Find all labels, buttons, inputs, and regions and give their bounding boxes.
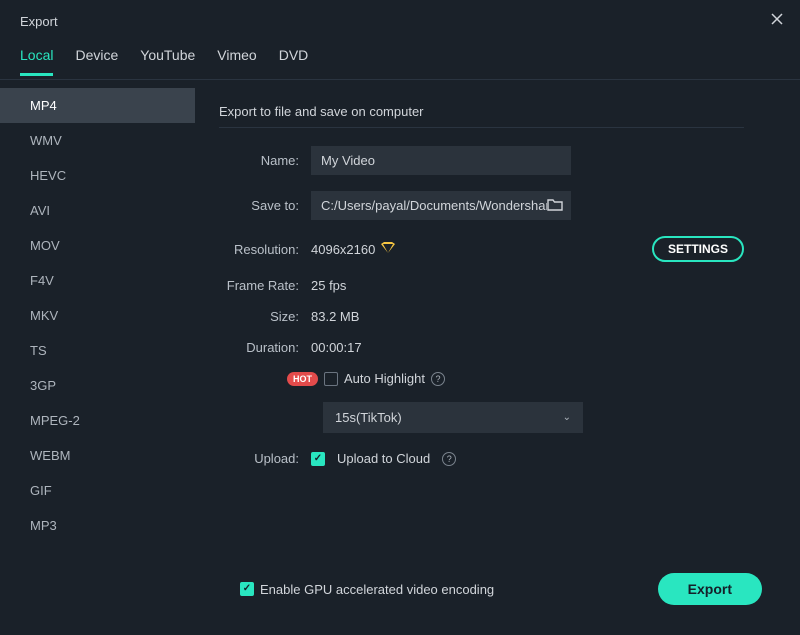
upload-cloud-label: Upload to Cloud bbox=[337, 451, 430, 466]
format-sidebar: MP4 WMV HEVC AVI MOV F4V MKV TS 3GP MPEG… bbox=[0, 80, 195, 575]
highlight-preset-select[interactable]: 15s(TikTok) ⌄ bbox=[323, 402, 583, 433]
save-path-field[interactable]: C:/Users/payal/Documents/Wondershare, bbox=[311, 191, 571, 220]
format-mp4[interactable]: MP4 bbox=[0, 88, 195, 123]
name-input[interactable] bbox=[311, 146, 571, 175]
label-saveto: Save to: bbox=[219, 198, 311, 213]
tab-bar: Local Device YouTube Vimeo DVD bbox=[0, 39, 800, 80]
tab-youtube[interactable]: YouTube bbox=[140, 39, 195, 75]
format-f4v[interactable]: F4V bbox=[0, 263, 195, 298]
format-gif[interactable]: GIF bbox=[0, 473, 195, 508]
help-icon[interactable]: ? bbox=[431, 372, 445, 386]
titlebar: Export bbox=[0, 0, 800, 39]
format-mpeg2[interactable]: MPEG-2 bbox=[0, 403, 195, 438]
format-mkv[interactable]: MKV bbox=[0, 298, 195, 333]
help-icon[interactable]: ? bbox=[442, 452, 456, 466]
settings-button[interactable]: SETTINGS bbox=[652, 236, 744, 262]
export-button[interactable]: Export bbox=[658, 573, 762, 605]
format-hevc[interactable]: HEVC bbox=[0, 158, 195, 193]
hot-badge: HOT bbox=[287, 372, 318, 386]
size-value: 83.2 MB bbox=[311, 309, 744, 324]
main-panel: Export to file and save on computer Name… bbox=[195, 80, 800, 575]
format-3gp[interactable]: 3GP bbox=[0, 368, 195, 403]
format-mov[interactable]: MOV bbox=[0, 228, 195, 263]
duration-value: 00:00:17 bbox=[311, 340, 744, 355]
save-path-text: C:/Users/payal/Documents/Wondershare, bbox=[311, 191, 547, 220]
auto-highlight-checkbox[interactable] bbox=[324, 372, 338, 386]
resolution-value: 4096x2160 bbox=[311, 242, 375, 257]
label-resolution: Resolution: bbox=[219, 242, 311, 257]
format-webm[interactable]: WEBM bbox=[0, 438, 195, 473]
chevron-down-icon: ⌄ bbox=[563, 412, 571, 423]
framerate-value: 25 fps bbox=[311, 278, 744, 293]
upload-cloud-checkbox[interactable] bbox=[311, 452, 325, 466]
highlight-preset-value: 15s(TikTok) bbox=[335, 410, 402, 425]
format-wmv[interactable]: WMV bbox=[0, 123, 195, 158]
format-ts[interactable]: TS bbox=[0, 333, 195, 368]
label-name: Name: bbox=[219, 153, 311, 168]
section-title: Export to file and save on computer bbox=[219, 104, 744, 128]
premium-diamond-icon bbox=[381, 242, 395, 257]
tab-dvd[interactable]: DVD bbox=[279, 39, 309, 75]
label-upload: Upload: bbox=[219, 451, 311, 466]
tab-device[interactable]: Device bbox=[75, 39, 118, 75]
label-duration: Duration: bbox=[219, 340, 311, 355]
gpu-label: Enable GPU accelerated video encoding bbox=[260, 582, 494, 597]
format-avi[interactable]: AVI bbox=[0, 193, 195, 228]
tab-vimeo[interactable]: Vimeo bbox=[217, 39, 256, 75]
tab-local[interactable]: Local bbox=[20, 39, 53, 76]
label-framerate: Frame Rate: bbox=[219, 278, 311, 293]
footer: Enable GPU accelerated video encoding Ex… bbox=[0, 551, 800, 635]
folder-icon[interactable] bbox=[547, 197, 563, 214]
label-size: Size: bbox=[219, 309, 311, 324]
close-icon[interactable] bbox=[770, 12, 784, 31]
format-mp3[interactable]: MP3 bbox=[0, 508, 195, 543]
window-title: Export bbox=[20, 14, 58, 29]
gpu-checkbox[interactable] bbox=[240, 582, 254, 596]
auto-highlight-label: Auto Highlight bbox=[344, 371, 425, 386]
